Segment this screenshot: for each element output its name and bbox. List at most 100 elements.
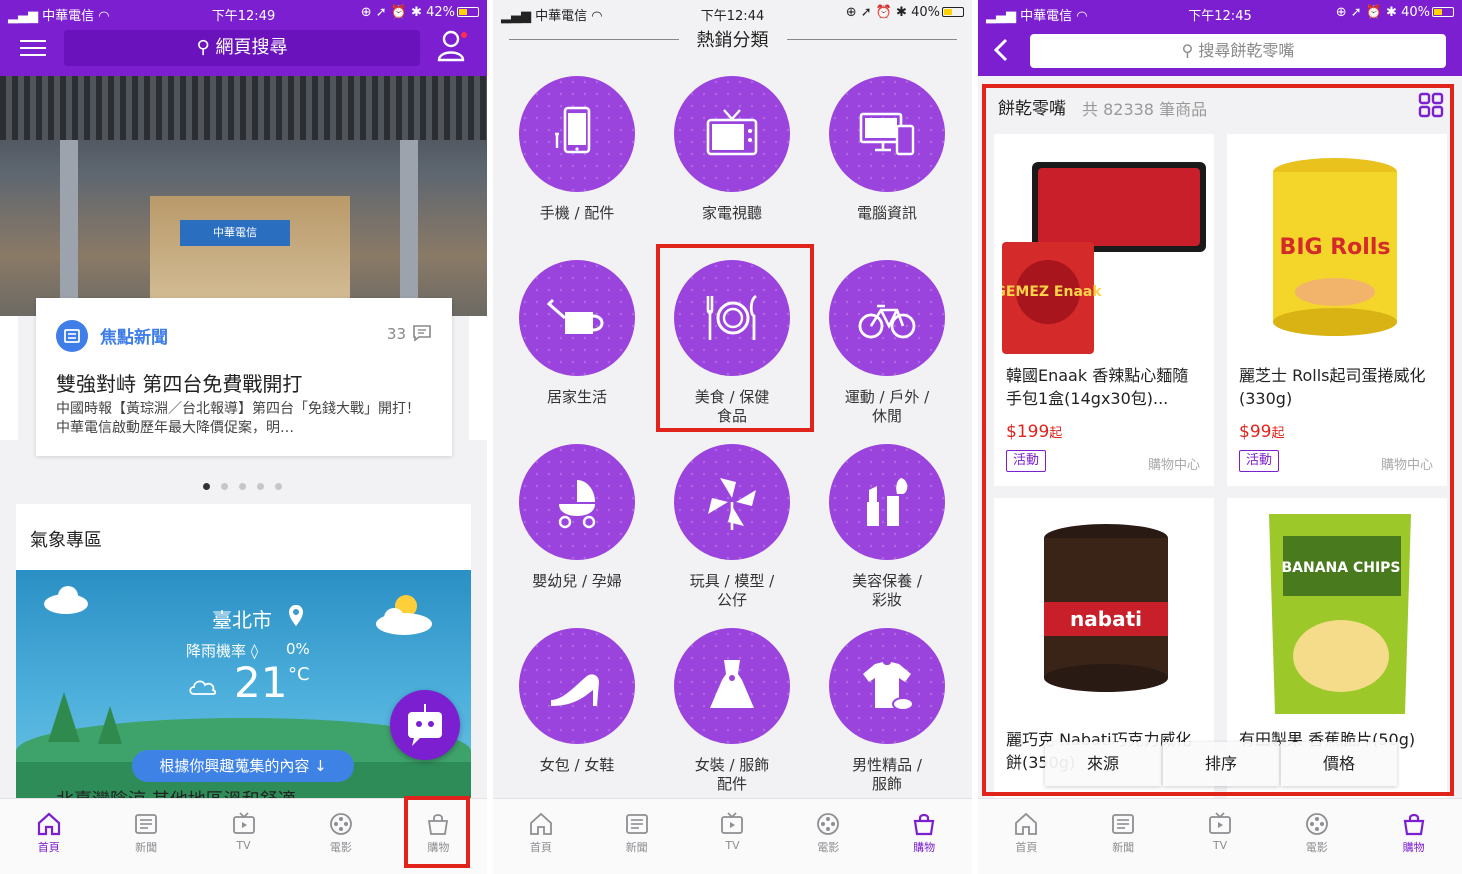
category-label: 美容保養 / 彩妝 [852,572,922,609]
film-icon [817,813,840,835]
tab-label: 電影 [329,841,352,854]
comment-icon [413,325,431,342]
tab-bar: 首頁 新聞 TV 電影 購物 [493,798,972,874]
search-icon: ⚲ [196,37,210,58]
tab-label: 首頁 [529,841,552,854]
shopping-bag-icon [1403,813,1424,836]
recommend-pill[interactable]: 根據你興趣蒐集的內容 ↓ [132,750,354,782]
news-card[interactable]: 焦點新聞 33 雙強對峙 第四台免費戰開打 中國時報【黃琮淵／台北報導】第四台「… [36,298,452,456]
category-bags-shoes[interactable]: 女包 / 女鞋 [499,628,655,775]
tab-shopping[interactable]: 購物 [876,799,972,874]
category-mens[interactable]: 男性精品 / 服飾 [809,628,965,794]
shirt-icon [863,662,914,711]
status-battery: ⊕ ➚ ⏰ ✱ 40% [846,5,964,20]
tab-label: 首頁 [1015,841,1038,854]
category-label: 玩具 / 模型 / 公仔 [689,572,775,609]
category-womens-wear[interactable]: 女裝 / 服飾 配件 [654,628,810,794]
cosmetics-icon [867,478,908,526]
search-placeholder: 搜尋餅乾零嘴 [1198,41,1295,60]
news-title: 雙強對峙 第四台免費戰開打 [56,372,303,396]
film-icon [1305,813,1328,835]
category-label: 男性精品 / 服飾 [852,756,922,793]
tab-bar: 首頁 新聞 TV 電影 購物 [978,798,1462,874]
pinwheel-icon [708,478,756,530]
tab-label: TV [1212,839,1228,852]
weather-city: 臺北市 [212,608,272,632]
news-card-prev[interactable] [0,316,18,440]
category-label: 女裝 / 服飾 配件 [694,756,770,793]
tab-tv[interactable]: TV [685,799,781,874]
hero-sign: 中華電信 [180,220,290,246]
watering-can-icon [547,298,604,334]
tab-tv[interactable]: TV [195,799,292,874]
film-icon [330,813,352,835]
section-header: 熱銷分類 [493,26,972,54]
bicycle-icon [858,304,916,339]
carousel-dots[interactable] [203,475,293,490]
dress-icon [710,660,754,708]
tab-news[interactable]: 新聞 [97,799,194,874]
tab-movie[interactable]: 電影 [1268,799,1365,874]
tab-shopping[interactable]: 購物 [1365,799,1462,874]
news-card-next[interactable] [469,316,487,440]
category-label: 運動 / 戶外 / 休閒 [844,388,930,425]
tab-home[interactable]: 首頁 [0,799,97,874]
tab-tv[interactable]: TV [1172,799,1269,874]
tv-icon [1209,812,1231,834]
news-icon [1112,814,1135,834]
divider [787,39,957,40]
high-heel-icon [551,674,599,706]
tab-label: 新聞 [135,841,158,854]
tab-label: TV [725,839,740,852]
tab-news[interactable]: 新聞 [1075,799,1172,874]
category-label: 居家生活 [546,388,607,406]
news-icon [625,814,648,834]
tab-label: 電影 [817,841,840,854]
tab-label: 電影 [1305,841,1328,854]
highlight-food-category [656,244,814,432]
notification-dot [461,32,467,38]
chatbot-button[interactable] [390,690,460,760]
category-home-living[interactable]: 居家生活 [499,260,655,407]
temperature-unit: °C [288,664,310,685]
category-sports[interactable]: 運動 / 戶外 / 休閒 [809,260,965,426]
tab-home[interactable]: 首頁 [493,799,589,874]
tab-label: 新聞 [625,841,648,854]
computer-icon [859,112,915,156]
tv-icon [706,109,758,156]
status-battery: ⊕ ➚ ⏰ ✱ 42% [361,5,479,20]
back-icon[interactable] [992,38,1010,62]
tab-label: 首頁 [37,841,60,854]
tab-movie[interactable]: 電影 [292,799,389,874]
category-beauty[interactable]: 美容保養 / 彩妝 [809,444,965,610]
cloud-outline-icon [189,680,217,695]
tab-home[interactable]: 首頁 [978,799,1075,874]
category-label: 手機 / 配件 [539,204,615,222]
category-phone[interactable]: 手機 / 配件 [499,76,655,223]
home-icon [1015,812,1038,835]
tab-label: 新聞 [1112,841,1135,854]
shopping-bag-icon [913,813,935,836]
category-home-appliance[interactable]: 家電視聽 [654,76,810,223]
hero-photo[interactable]: 中華電信 [0,76,487,316]
tab-news[interactable]: 新聞 [589,799,685,874]
menu-icon[interactable] [20,40,46,56]
highlight-product-list [982,84,1454,796]
web-search-bar[interactable]: ⚲ 網頁搜尋 [64,30,420,66]
cloud-icon [44,586,88,614]
newspaper-icon [56,320,88,352]
product-search-input[interactable]: ⚲ 搜尋餅乾零嘴 [1030,34,1446,68]
temperature: 21 [234,658,288,707]
tv-icon [232,812,255,834]
tab-label: 購物 [913,841,936,854]
category-computer[interactable]: 電腦資訊 [809,76,965,223]
tree-icon [48,692,122,744]
category-label: 家電視聽 [701,204,762,222]
home-icon [37,812,60,836]
tab-movie[interactable]: 電影 [780,799,876,874]
category-toys[interactable]: 玩具 / 模型 / 公仔 [654,444,810,610]
status-bar: ▂▄▆ 中華電信 ◠ 下午12:49 ⊕ ➚ ⏰ ✱ 42% [0,0,487,26]
category-baby[interactable]: 嬰幼兒 / 孕婦 [499,444,655,591]
location-pin-icon [289,605,303,626]
home-icon [529,812,552,835]
